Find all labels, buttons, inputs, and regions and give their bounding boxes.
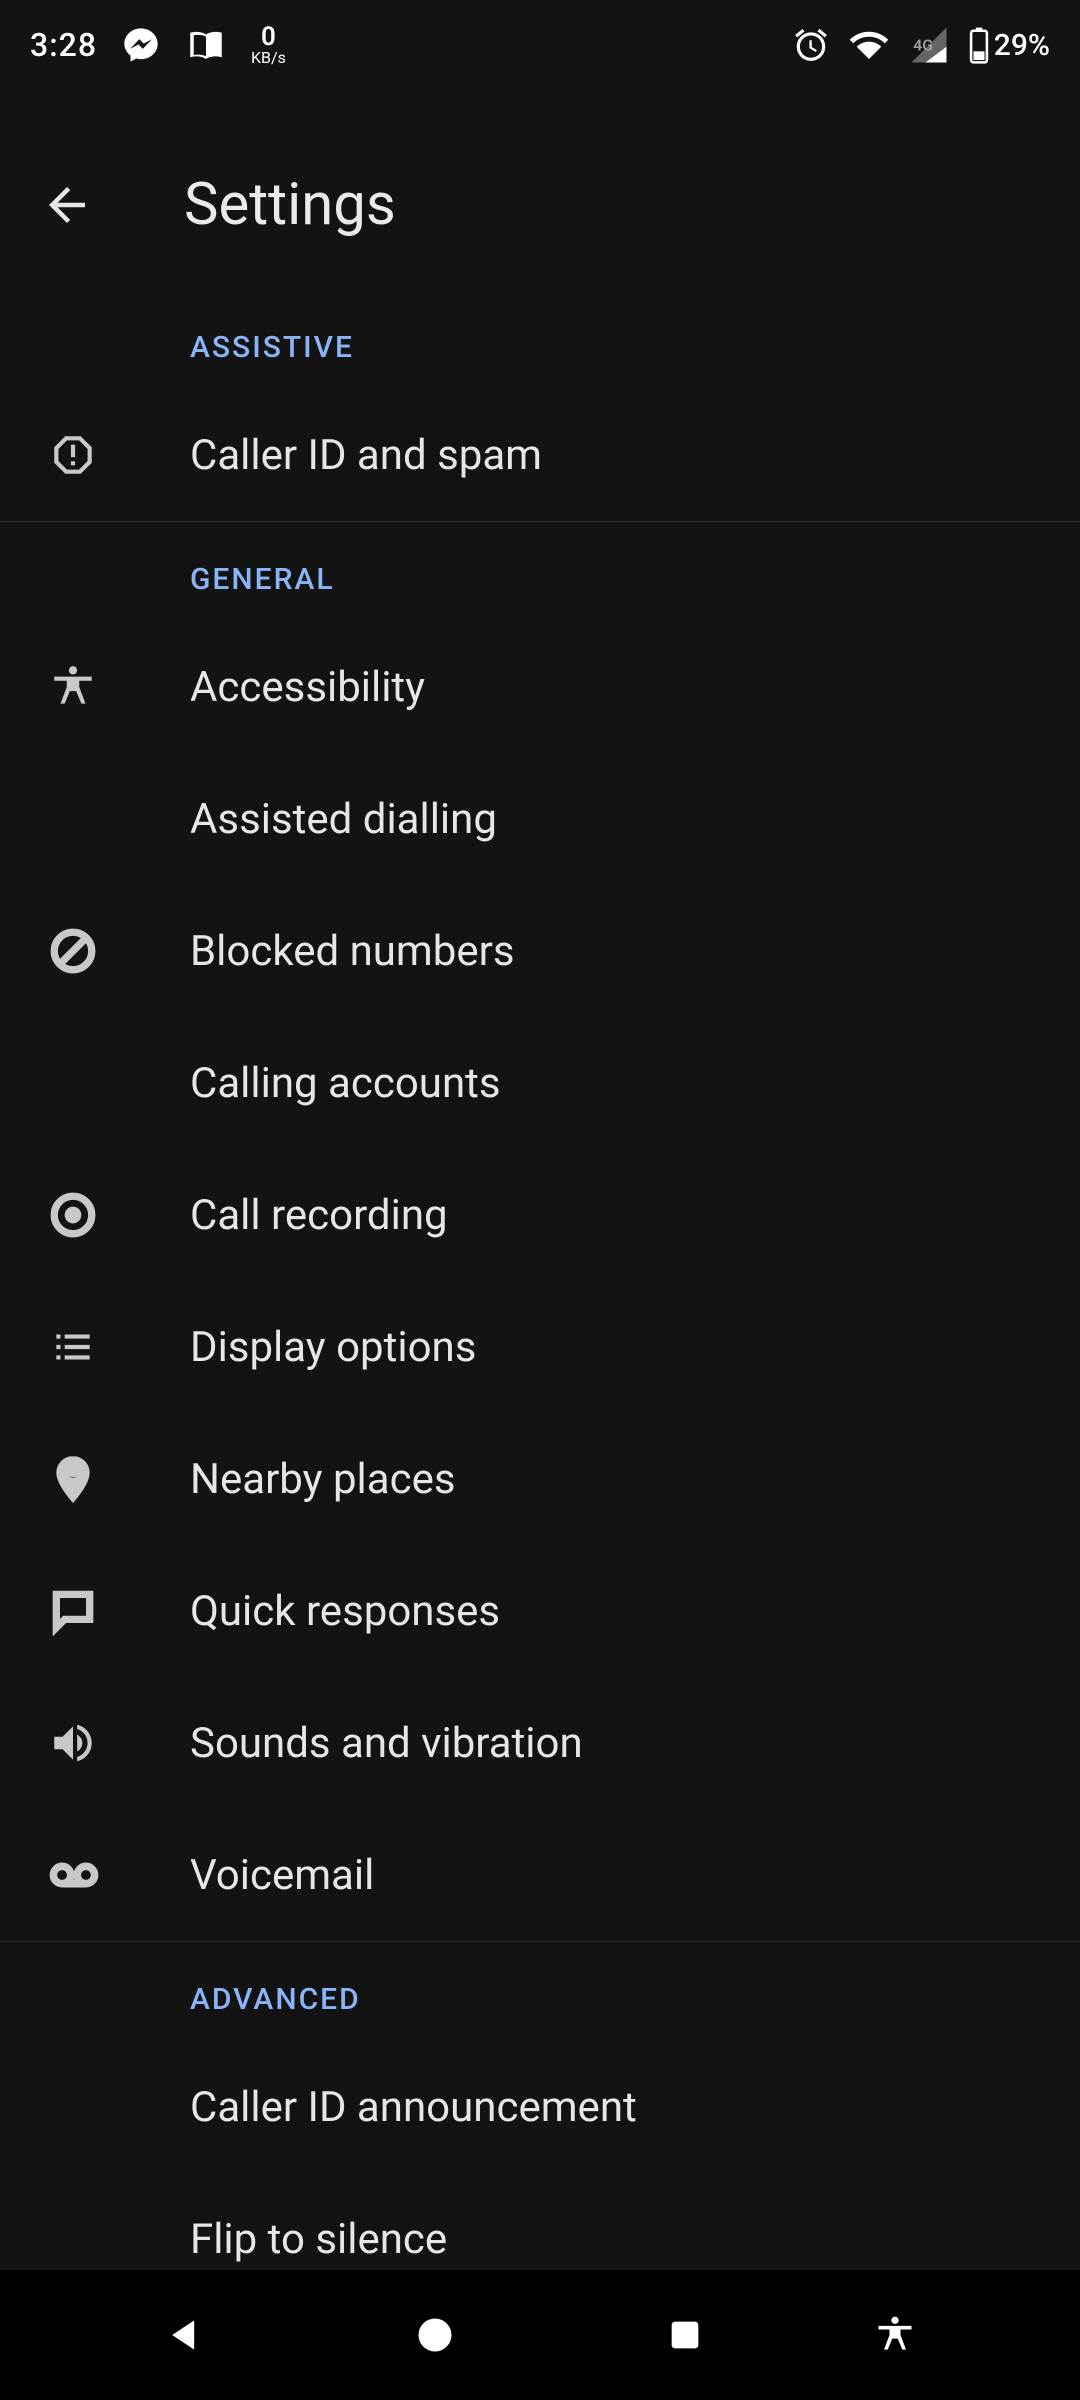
item-label: Quick responses — [190, 1587, 500, 1636]
nav-home-button[interactable] — [375, 2295, 495, 2375]
record-icon — [48, 1190, 190, 1240]
netspeed-indicator: 0 KB/s — [251, 24, 286, 66]
item-label: Blocked numbers — [190, 927, 515, 976]
book-icon — [185, 24, 227, 66]
item-quick-responses[interactable]: Quick responses — [0, 1545, 1080, 1677]
item-assisted-dialling[interactable]: Assisted dialling — [0, 753, 1080, 885]
item-voicemail[interactable]: Voicemail — [0, 1809, 1080, 1941]
netspeed-unit: KB/s — [251, 50, 286, 66]
alarm-icon — [792, 26, 830, 64]
list-icon — [48, 1322, 190, 1372]
item-label: Flip to silence — [190, 2215, 447, 2264]
item-sounds-vibration[interactable]: Sounds and vibration — [0, 1677, 1080, 1809]
volume-icon — [48, 1718, 190, 1768]
section-header-general: GENERAL — [0, 522, 1080, 621]
wifi-icon — [848, 24, 890, 66]
item-accessibility[interactable]: Accessibility — [0, 621, 1080, 753]
voicemail-icon — [48, 1849, 190, 1901]
item-label: Caller ID announcement — [190, 2083, 637, 2132]
battery-icon: 29% — [968, 26, 1050, 64]
item-label: Voicemail — [190, 1851, 374, 1900]
item-label: Assisted dialling — [190, 795, 497, 844]
item-call-recording[interactable]: Call recording — [0, 1149, 1080, 1281]
item-blocked-numbers[interactable]: Blocked numbers — [0, 885, 1080, 1017]
item-nearby-places[interactable]: Nearby places — [0, 1413, 1080, 1545]
svg-text:4G: 4G — [913, 35, 933, 54]
signal-4g-icon: 4G — [908, 24, 950, 66]
block-icon — [48, 926, 190, 976]
item-label: Sounds and vibration — [190, 1719, 583, 1768]
page-title: Settings — [184, 171, 396, 239]
nav-accessibility-button[interactable] — [835, 2295, 955, 2375]
item-caller-id-spam[interactable]: Caller ID and spam — [0, 389, 1080, 521]
item-label: Caller ID and spam — [190, 431, 542, 480]
report-icon — [48, 430, 190, 480]
item-label: Calling accounts — [190, 1059, 501, 1108]
nav-back-button[interactable] — [125, 2295, 245, 2375]
system-nav-bar — [0, 2270, 1080, 2400]
section-header-assistive: ASSISTIVE — [0, 300, 1080, 389]
item-label: Display options — [190, 1323, 476, 1372]
item-display-options[interactable]: Display options — [0, 1281, 1080, 1413]
status-bar: 3:28 0 KB/s 4G — [0, 0, 1080, 90]
section-header-advanced: ADVANCED — [0, 1942, 1080, 2041]
battery-percentage: 29% — [994, 28, 1050, 63]
settings-list: ASSISTIVE Caller ID and spam GENERAL Acc… — [0, 300, 1080, 2270]
item-label: Call recording — [190, 1191, 448, 1240]
netspeed-value: 0 — [261, 24, 276, 50]
item-label: Nearby places — [190, 1455, 456, 1504]
chat-icon — [48, 1586, 190, 1636]
item-calling-accounts[interactable]: Calling accounts — [0, 1017, 1080, 1149]
item-caller-id-announcement[interactable]: Caller ID announcement — [0, 2041, 1080, 2173]
location-icon — [48, 1454, 190, 1504]
nav-recent-button[interactable] — [625, 2295, 745, 2375]
item-label: Accessibility — [190, 663, 425, 712]
accessibility-icon — [48, 662, 190, 712]
status-clock: 3:28 — [30, 26, 97, 64]
messenger-icon — [121, 25, 161, 65]
back-button[interactable] — [40, 178, 94, 232]
app-bar: Settings — [0, 130, 1080, 280]
item-flip-to-silence[interactable]: Flip to silence — [0, 2173, 1080, 2270]
